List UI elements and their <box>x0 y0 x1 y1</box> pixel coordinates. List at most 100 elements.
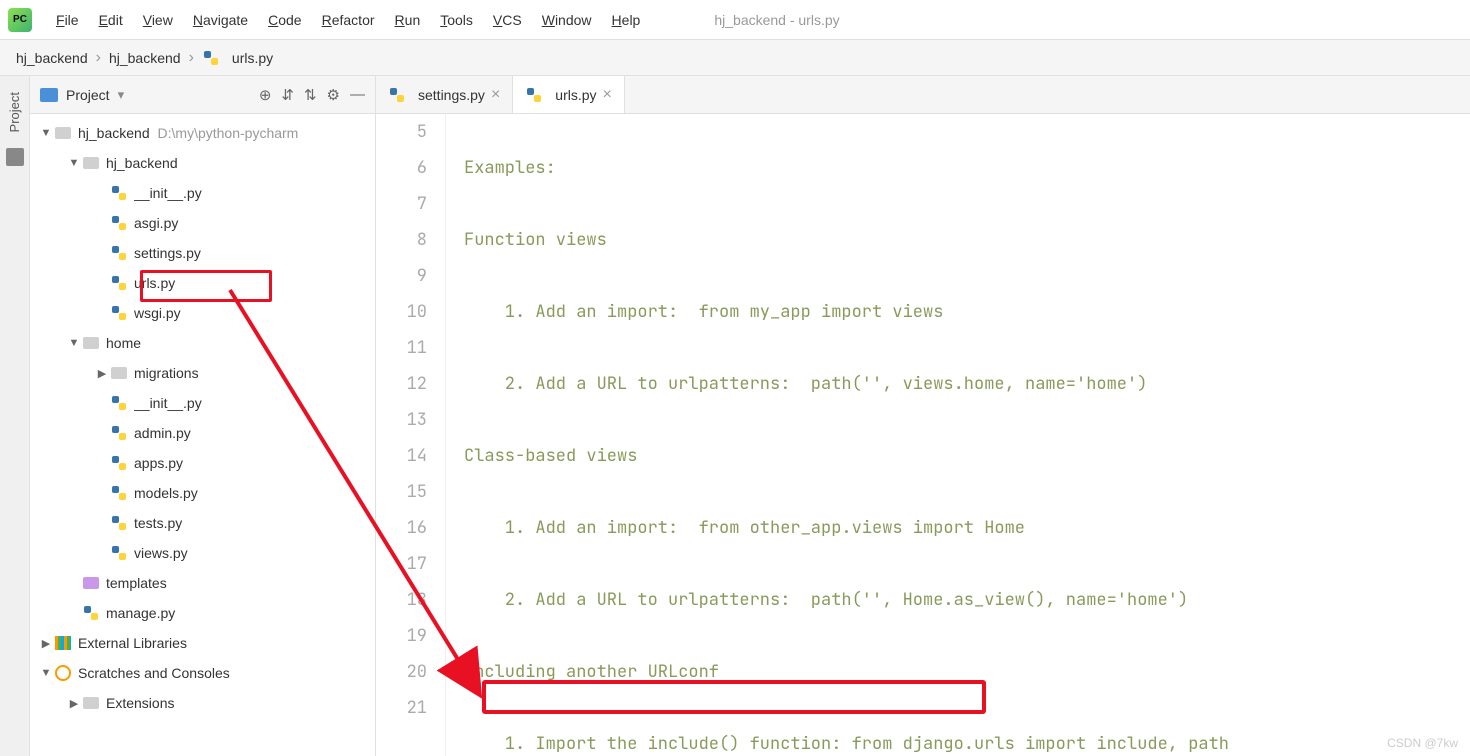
folder-icon <box>110 364 128 382</box>
python-icon <box>389 87 405 103</box>
py-icon <box>110 424 128 442</box>
menu-navigate[interactable]: Navigate <box>183 6 258 34</box>
close-icon[interactable]: × <box>603 86 612 104</box>
py-icon <box>110 454 128 472</box>
tree-item-wsgi-py[interactable]: wsgi.py <box>30 298 375 328</box>
app-icon: PC <box>8 8 32 32</box>
py-icon <box>110 244 128 262</box>
chevron-right-icon: › <box>96 49 101 67</box>
line-number: 12 <box>376 366 427 402</box>
menu-file[interactable]: File <box>46 6 89 34</box>
tool-window-bar: Project <box>0 76 30 756</box>
crumb-2[interactable]: urls.py <box>202 49 273 67</box>
tab-settings[interactable]: settings.py× <box>376 76 513 113</box>
tree-item-views-py[interactable]: views.py <box>30 538 375 568</box>
code-text: Including another URLconf <box>464 661 719 683</box>
tree-item-models-py[interactable]: models.py <box>30 478 375 508</box>
locate-icon[interactable]: ⊕ <box>259 86 272 104</box>
tree-item-asgi-py[interactable]: asgi.py <box>30 208 375 238</box>
line-number: 5 <box>376 114 427 150</box>
settings-icon[interactable]: ⚙ <box>327 86 340 104</box>
code-text: 2. Add a URL to urlpatterns: path('', vi… <box>464 373 1147 395</box>
project-sidebar: Project ▾ ⊕ ⇵ ⇅ ⚙ — ▼hj_backend D:\my\py… <box>30 76 376 756</box>
line-number: 13 <box>376 402 427 438</box>
sidebar-header: Project ▾ ⊕ ⇵ ⇅ ⚙ — <box>30 76 375 114</box>
scratch-icon <box>54 664 72 682</box>
crumb-1[interactable]: hj_backend <box>109 50 181 66</box>
menu-window[interactable]: Window <box>532 6 602 34</box>
menu-tools[interactable]: Tools <box>430 6 483 34</box>
project-tree[interactable]: ▼hj_backend D:\my\python-pycharm▼hj_back… <box>30 114 375 756</box>
py-icon <box>110 514 128 532</box>
expand-icon[interactable]: ⇵ <box>281 86 294 104</box>
window-title: hj_backend - urls.py <box>714 12 839 28</box>
tree-item-admin-py[interactable]: admin.py <box>30 418 375 448</box>
tree-item-manage-py[interactable]: manage.py <box>30 598 375 628</box>
crumb-0[interactable]: hj_backend <box>16 50 88 66</box>
tree-item-__init__-py[interactable]: __init__.py <box>30 178 375 208</box>
menu-view[interactable]: View <box>133 6 183 34</box>
folder-purple-icon <box>82 574 100 592</box>
code-text: Examples: <box>464 157 556 179</box>
code-content[interactable]: Examples: Function views 1. Add an impor… <box>446 114 1470 756</box>
py-icon <box>110 184 128 202</box>
tree-item-tests-py[interactable]: tests.py <box>30 508 375 538</box>
menu-refactor[interactable]: Refactor <box>312 6 385 34</box>
menu-edit[interactable]: Edit <box>89 6 133 34</box>
menu-help[interactable]: Help <box>602 6 651 34</box>
line-number: 6 <box>376 150 427 186</box>
tree-item-__init__-py[interactable]: __init__.py <box>30 388 375 418</box>
menu-vcs[interactable]: VCS <box>483 6 532 34</box>
py-icon <box>110 304 128 322</box>
close-icon[interactable]: × <box>491 86 500 104</box>
py-icon <box>110 274 128 292</box>
tree-item-urls-py[interactable]: urls.py <box>30 268 375 298</box>
py-icon <box>110 544 128 562</box>
code-text: 1. Add an import: from my_app import vie… <box>464 301 943 323</box>
menu-code[interactable]: Code <box>258 6 311 34</box>
project-icon <box>40 88 58 102</box>
tree-item-hj_backend[interactable]: ▼hj_backend <box>30 148 375 178</box>
code-text: Function views <box>464 229 607 251</box>
line-number: 8 <box>376 222 427 258</box>
project-tool-label[interactable]: Project <box>7 88 22 136</box>
menubar: PC FileEditViewNavigateCodeRefactorRunTo… <box>0 0 1470 40</box>
folder-icon <box>82 334 100 352</box>
hide-icon[interactable]: — <box>350 86 365 104</box>
main-area: Project Project ▾ ⊕ ⇵ ⇅ ⚙ — ▼hj_backend … <box>0 76 1470 756</box>
menu-run[interactable]: Run <box>385 6 431 34</box>
tab-urls[interactable]: urls.py× <box>513 76 625 113</box>
python-icon <box>526 87 542 103</box>
line-number: 11 <box>376 330 427 366</box>
line-number: 7 <box>376 186 427 222</box>
tree-item-hj_backend[interactable]: ▼hj_backend D:\my\python-pycharm <box>30 118 375 148</box>
code-editor[interactable]: 56789101112131415161718192021 Examples: … <box>376 114 1470 756</box>
code-text: 2. Add a URL to urlpatterns: path('', Ho… <box>464 589 1188 611</box>
tree-item-scratches-and-consoles[interactable]: ▼Scratches and Consoles <box>30 658 375 688</box>
line-number: 10 <box>376 294 427 330</box>
line-gutter: 56789101112131415161718192021 <box>376 114 446 756</box>
bookmarks-icon[interactable] <box>6 148 24 166</box>
tree-item-settings-py[interactable]: settings.py <box>30 238 375 268</box>
editor-tabs: settings.py× urls.py× <box>376 76 1470 114</box>
line-number: 17 <box>376 546 427 582</box>
folder-icon <box>82 154 100 172</box>
code-text: 1. Import the include() function: from d… <box>464 733 1229 755</box>
tree-item-extensions[interactable]: ▶Extensions <box>30 688 375 718</box>
folder-icon <box>82 694 100 712</box>
code-text: Class-based views <box>464 445 637 467</box>
tree-item-apps-py[interactable]: apps.py <box>30 448 375 478</box>
tree-item-templates[interactable]: templates <box>30 568 375 598</box>
editor-area: settings.py× urls.py× 567891011121314151… <box>376 76 1470 756</box>
tree-item-external-libraries[interactable]: ▶External Libraries <box>30 628 375 658</box>
line-number: 16 <box>376 510 427 546</box>
collapse-icon[interactable]: ⇅ <box>304 86 317 104</box>
python-icon <box>203 50 219 66</box>
chevron-right-icon: › <box>189 49 194 67</box>
py-icon <box>82 604 100 622</box>
lib-icon <box>54 634 72 652</box>
py-icon <box>110 484 128 502</box>
tree-item-home[interactable]: ▼home <box>30 328 375 358</box>
line-number: 15 <box>376 474 427 510</box>
tree-item-migrations[interactable]: ▶migrations <box>30 358 375 388</box>
